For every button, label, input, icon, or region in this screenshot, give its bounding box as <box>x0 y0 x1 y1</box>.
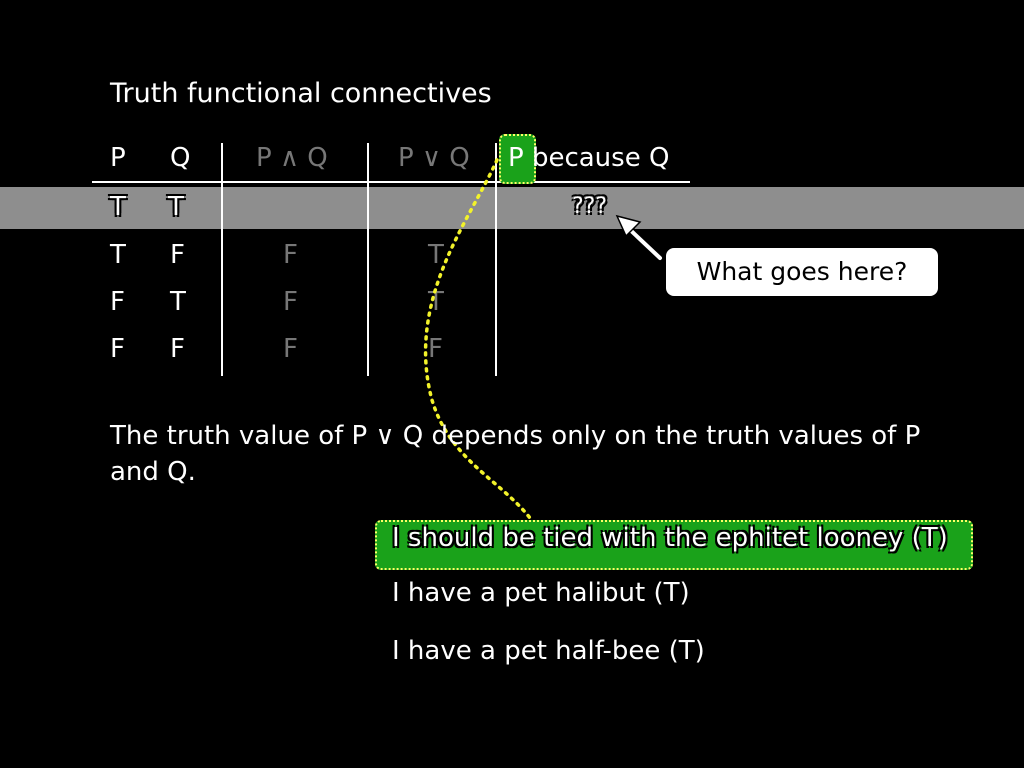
sentence-1: I should be tied with the ephitet looney… <box>392 523 948 553</box>
sentence-3: I have a pet half-bee (T) <box>392 636 705 666</box>
callout-arrow <box>615 214 664 262</box>
sentence-2: I have a pet halibut (T) <box>392 578 690 608</box>
explanation-paragraph: The truth value of P ∨ Q depends only on… <box>110 421 921 487</box>
